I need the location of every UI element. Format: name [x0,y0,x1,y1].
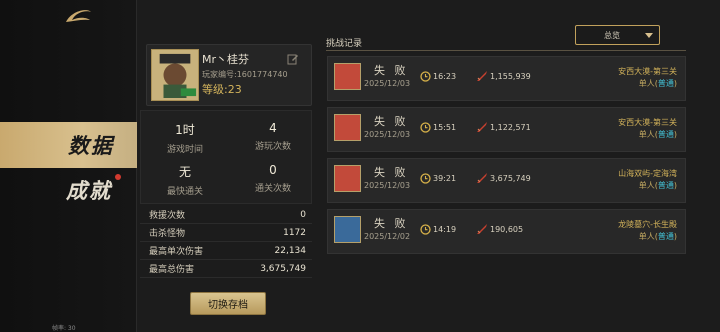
record-mode: 单人(普通) [638,130,677,139]
record-damage: 3,675,749 [490,174,531,183]
clock-icon [420,71,431,82]
records-divider [326,50,686,51]
stat-play-time-value: 1时 [175,123,195,137]
records-title: 挑战记录 [326,39,363,49]
sword-damage-icon [477,224,487,234]
record-mode: 单人(普通) [638,79,677,88]
player-name: Mr丶桂芬 [202,53,250,66]
stat-play-count-label: 游玩次数 [254,142,291,152]
player-level: 等级:23 [202,83,242,96]
nav-tab-data[interactable]: 数据 [0,122,137,168]
nav-tab-achievement-label: 成就 [66,178,112,203]
game-logo-icon [66,10,91,22]
stat-clear-count: 0 通关次数 [233,163,313,194]
detail-key: 最高总伤害 [149,265,195,275]
stat-play-time: 1时 游戏时间 [145,121,225,155]
record-result: 失 败 [374,64,409,77]
clock-icon [420,122,431,133]
record-damage: 190,605 [490,225,524,234]
player-avatar [151,49,199,101]
record-time: 14:19 [433,225,457,234]
record-mode: 单人(普通) [638,181,677,190]
stat-fastest-label: 最快通关 [166,187,203,197]
nav-tab-data-label: 数据 [68,133,114,158]
player-uid: 玩家编号:1601774740 [202,70,288,79]
detail-key: 最高单次伤害 [149,247,204,257]
record-stage: 山海双屿-定海湾 [618,169,677,178]
record-row[interactable]: 失 败 2025/12/03 16:23 1,155,939 安西大漠-第三关 … [327,56,686,101]
character-avatar [334,165,361,192]
sword-damage-icon [477,71,487,81]
character-avatar [334,63,361,90]
sword-damage-icon [477,173,487,183]
chevron-down-icon [645,33,653,38]
stat-clear-count-value: 0 [269,163,277,177]
record-date: 2025/12/03 [364,130,411,139]
stat-fastest-value: 无 [178,165,191,179]
record-time: 15:51 [433,123,457,132]
record-stage: 安西大漠-第三关 [618,118,677,127]
stat-play-count-value: 4 [269,121,277,135]
clock-icon [420,173,431,184]
detail-row: 击杀怪物 1172 [140,224,312,242]
stat-play-time-label: 游戏时间 [166,145,203,155]
detail-row: 最高总伤害 3,675,749 [140,260,312,278]
detail-list: 救援次数 0 击杀怪物 1172 最高单次伤害 22,134 最高总伤害 3,6… [140,206,312,278]
sidebar: 数据 成就 帧率: 30 [0,0,137,332]
record-date: 2025/12/02 [364,232,411,241]
sword-damage-icon [477,122,487,132]
edit-icon[interactable] [287,53,299,65]
dropdown-selected-label: 总览 [604,31,620,40]
record-time: 16:23 [433,72,457,81]
record-damage: 1,155,939 [490,72,531,81]
record-stage: 龙陵墓穴-长生殿 [618,220,677,229]
records-filter-dropdown[interactable]: 总览 [575,25,660,45]
stat-play-count: 4 游玩次数 [233,121,313,152]
record-damage: 1,122,571 [490,123,531,132]
notification-dot [115,174,121,180]
record-stage: 安西大漠-第三关 [618,67,677,76]
record-time: 39:21 [433,174,457,183]
detail-row: 最高单次伤害 22,134 [140,242,312,260]
detail-value: 0 [300,209,306,220]
detail-value: 1172 [283,227,306,238]
record-row[interactable]: 失 败 2025/12/03 39:21 3,675,749 山海双屿-定海湾 … [327,158,686,203]
stat-clear-count-label: 通关次数 [254,184,291,194]
detail-key: 击杀怪物 [149,229,186,239]
character-avatar [334,216,361,243]
record-mode: 单人(普通) [638,232,677,241]
record-result: 失 败 [374,115,409,128]
record-result: 失 败 [374,166,409,179]
detail-value: 3,675,749 [260,263,306,274]
stat-fastest: 无 最快通关 [145,163,225,197]
fps-counter: 帧率: 30 [52,325,76,332]
character-avatar [334,114,361,141]
record-date: 2025/12/03 [364,181,411,190]
detail-key: 救援次数 [149,211,186,221]
detail-row: 救援次数 0 [140,206,312,224]
detail-value: 22,134 [274,245,307,256]
record-date: 2025/12/03 [364,79,411,88]
clock-icon [420,224,431,235]
record-result: 失 败 [374,217,409,230]
stats-panel: 1时 游戏时间 4 游玩次数 无 最快通关 0 通关次数 [140,110,312,204]
player-card: Mr丶桂芬 玩家编号:1601774740 等级:23 [146,44,312,106]
switch-save-button[interactable]: 切换存档 [190,292,266,315]
record-row[interactable]: 失 败 2025/12/03 15:51 1,122,571 安西大漠-第三关 … [327,107,686,152]
record-row[interactable]: 失 败 2025/12/02 14:19 190,605 龙陵墓穴-长生殿 单人… [327,209,686,254]
